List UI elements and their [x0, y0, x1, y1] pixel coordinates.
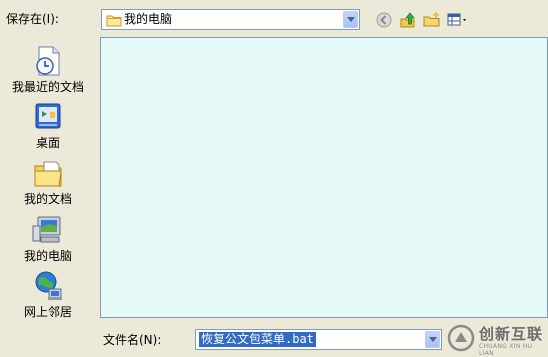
- places-bar: 我最近的文档 桌面 我的文档 我的电脑 网上邻居: [6, 37, 90, 357]
- back-arrow-icon: [376, 12, 392, 28]
- back-button[interactable]: [374, 10, 394, 30]
- watermark: 创新互联 CHUANG XIN HU LIAN: [441, 320, 548, 357]
- new-folder-button[interactable]: [422, 10, 442, 30]
- place-network-places[interactable]: 网上邻居: [6, 269, 90, 320]
- network-places-icon: [31, 269, 65, 303]
- place-label: 网上邻居: [23, 305, 72, 319]
- up-one-level-button[interactable]: [398, 10, 418, 30]
- my-computer-icon: [31, 213, 65, 247]
- save-in-label: 保存在(I):: [6, 12, 59, 26]
- filename-value: 恢复公文包菜单.bat: [199, 332, 316, 347]
- chevron-down-icon[interactable]: [343, 11, 358, 28]
- recent-documents-icon: [31, 44, 65, 78]
- folder-icon: [106, 13, 122, 30]
- watermark-logo-icon: [447, 324, 475, 352]
- filename-input[interactable]: 恢复公文包菜单.bat: [195, 329, 442, 350]
- place-label: 我最近的文档: [11, 80, 84, 94]
- chevron-down-icon[interactable]: [425, 331, 440, 348]
- place-label: 我的电脑: [23, 249, 72, 263]
- save-in-dropdown[interactable]: 我的电脑: [101, 9, 360, 30]
- my-documents-icon: [31, 156, 65, 190]
- place-label: 桌面: [35, 136, 60, 150]
- filename-label: 文件名(N):: [103, 333, 162, 347]
- place-label: 我的文档: [23, 192, 72, 206]
- view-menu-button[interactable]: [446, 10, 470, 30]
- up-folder-icon: [400, 12, 415, 28]
- place-recent-documents[interactable]: 我最近的文档: [6, 44, 90, 95]
- new-folder-icon: [423, 11, 440, 27]
- view-menu-icon: [447, 13, 466, 26]
- watermark-brand: 创新互联: [479, 325, 544, 343]
- file-list-view[interactable]: [100, 37, 548, 318]
- save-in-value: 我的电脑: [124, 12, 173, 26]
- watermark-sub: CHUANG XIN HU LIAN: [479, 343, 533, 357]
- place-desktop[interactable]: 桌面: [6, 100, 90, 151]
- place-my-computer[interactable]: 我的电脑: [6, 213, 90, 264]
- desktop-icon: [31, 100, 65, 134]
- place-my-documents[interactable]: 我的文档: [6, 156, 90, 207]
